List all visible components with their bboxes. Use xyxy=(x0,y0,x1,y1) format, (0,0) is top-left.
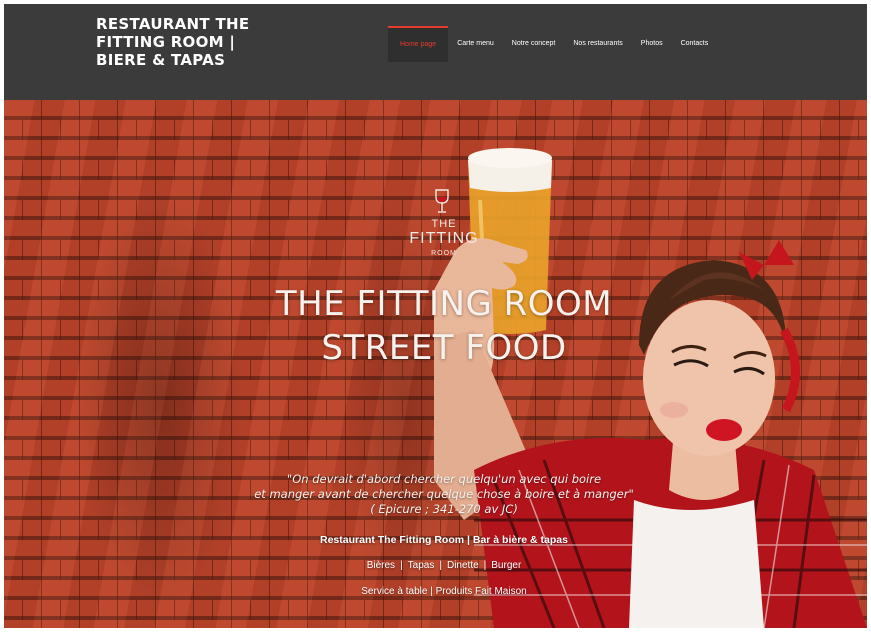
logo-text-the: THE xyxy=(431,218,457,230)
epicure-quote: "On devrait d'abord chercher quelqu'un a… xyxy=(204,472,684,517)
tag-tapas: Tapas xyxy=(407,560,435,571)
tag-separator: | xyxy=(483,560,487,571)
site-title-line: FITTING ROOM | xyxy=(96,33,236,51)
quote-line: et manger avant de chercher quelque chos… xyxy=(254,487,634,501)
tag-separator: | xyxy=(400,560,403,571)
services-line: Service à table | Produits Fait Maison xyxy=(361,586,527,597)
logo-text-fitting: FITTING xyxy=(409,230,479,247)
restaurant-tagline: Restaurant The Fitting Room | Bar à bièr… xyxy=(320,534,568,546)
nav-item-photos[interactable]: Photos xyxy=(632,26,672,62)
hero-banner: THE FITTING ROOM THE FITTING ROOM STREET… xyxy=(4,100,867,628)
hero-photo-woman-with-beer xyxy=(434,148,867,628)
hero-title-line: STREET FOOD xyxy=(321,328,567,368)
quote-source: ( Epicure ; 341-270 av JC) xyxy=(370,502,518,516)
offer-tags: Bières | Tapas | Dinette | Burger xyxy=(244,560,644,571)
wine-glass-icon xyxy=(435,189,449,213)
hero-title-line: THE FITTING ROOM xyxy=(275,284,613,324)
hero-title: THE FITTING ROOM STREET FOOD xyxy=(234,282,654,370)
browser-viewport: RESTAURANT THE FITTING ROOM | BIERE & TA… xyxy=(4,4,867,628)
quote-line: "On devrait d'abord chercher quelqu'un a… xyxy=(286,472,602,486)
site-title-line: RESTAURANT THE xyxy=(96,15,250,33)
main-nav: Home page Carte menu Notre concept Nos r… xyxy=(388,26,717,62)
tag-burger: Burger xyxy=(491,560,522,571)
nav-item-contacts[interactable]: Contacts xyxy=(672,26,718,62)
nav-item-notre-concept[interactable]: Notre concept xyxy=(503,26,565,62)
tag-dinette: Dinette xyxy=(446,560,479,571)
nav-item-nos-restaurants[interactable]: Nos restaurants xyxy=(564,26,631,62)
logo-text-room: ROOM xyxy=(431,250,457,257)
tag-bieres: Bières xyxy=(366,560,396,571)
nav-item-home[interactable]: Home page xyxy=(388,26,449,62)
tag-separator: | xyxy=(439,560,442,571)
site-title[interactable]: RESTAURANT THE FITTING ROOM | BIERE & TA… xyxy=(96,15,286,69)
nav-item-carte-menu[interactable]: Carte menu xyxy=(448,26,503,62)
site-header: RESTAURANT THE FITTING ROOM | BIERE & TA… xyxy=(4,4,867,100)
site-title-line: BIERE & TAPAS xyxy=(96,51,226,69)
